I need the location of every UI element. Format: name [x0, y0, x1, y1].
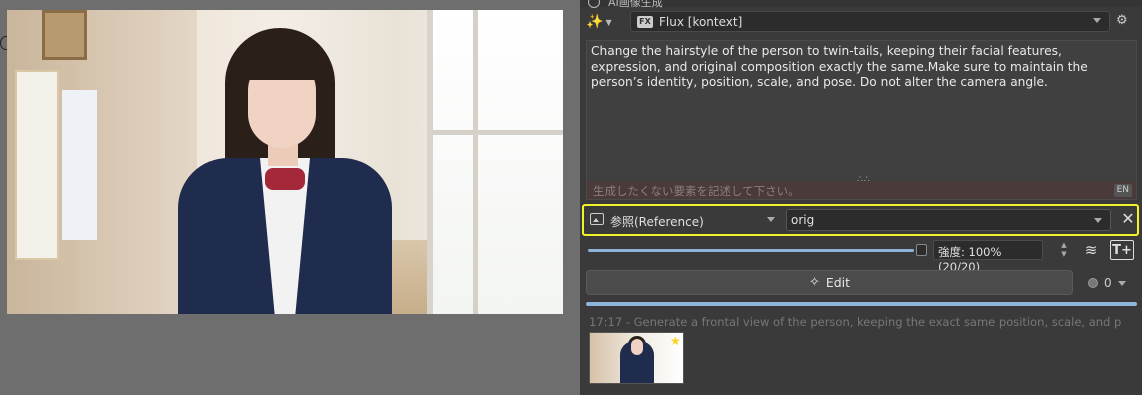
prompt-textarea[interactable]: Change the hairstyle of the person to tw…	[586, 40, 1137, 200]
canvas-image[interactable]	[7, 10, 563, 314]
progress-bar	[586, 302, 1137, 306]
magic-wand-icon: ✨	[586, 14, 604, 30]
photo-window	[427, 10, 563, 314]
strength-slider[interactable]	[588, 249, 914, 252]
spin-buttons[interactable]: ▲ ▼	[1058, 241, 1070, 259]
strength-field[interactable]: 強度: 100% (20/20)	[933, 240, 1043, 274]
photo-person	[170, 28, 400, 314]
thumbnail-face	[631, 339, 643, 355]
reference-layer-select[interactable]: orig	[786, 209, 1111, 231]
person-bangs	[244, 50, 320, 80]
magic-wand-icon: ✧	[808, 275, 820, 290]
model-label: Flux [kontext]	[659, 14, 743, 29]
history-entry-label: 17:17 - Generate a frontal view of the p…	[589, 315, 1122, 329]
star-icon[interactable]: ★	[670, 334, 681, 348]
history-thumbnail[interactable]: ★	[589, 332, 684, 384]
panel-toolbar: ✨ ▼ FX Flux [kontext] ⚙	[580, 10, 1142, 34]
model-icon: FX	[637, 15, 653, 28]
photo-frame	[42, 10, 87, 60]
gears-icon[interactable]: ⚙	[1116, 13, 1136, 31]
chevron-down-icon: ▼	[605, 17, 612, 27]
layers-add-icon[interactable]: ≋	[1080, 240, 1102, 260]
edit-button[interactable]: ✧ Edit	[586, 270, 1073, 295]
model-select[interactable]: FX Flux [kontext]	[630, 11, 1110, 32]
reference-mode-label[interactable]: 参照(Reference)	[610, 213, 704, 230]
chevron-down-icon	[1093, 18, 1101, 23]
language-badge[interactable]: EN	[1113, 184, 1132, 197]
image-icon	[590, 213, 604, 225]
queue-indicator-icon	[1088, 278, 1098, 288]
close-icon[interactable]: ✕	[1119, 209, 1137, 229]
photo-poster	[62, 90, 97, 240]
prompt-text[interactable]: Change the hairstyle of the person to tw…	[591, 44, 1131, 91]
photo-poster	[15, 70, 59, 260]
panel-header: AI画像生成	[580, 0, 1142, 9]
queue-count: 0	[1104, 276, 1112, 290]
negative-prompt-field[interactable]: 生成したくない要素を記述して下さい。 EN	[587, 181, 1136, 199]
panel-icon	[588, 0, 600, 8]
person-bow	[265, 168, 305, 190]
app-root: AI画像生成 ✨ ▼ FX Flux [kontext] ⚙ Change th…	[0, 0, 1142, 395]
chevron-down-icon[interactable]	[767, 217, 775, 222]
canvas-area[interactable]	[0, 0, 580, 395]
chevron-down-icon	[1094, 218, 1102, 223]
workflow-menu-button[interactable]: ✨ ▼	[586, 12, 620, 32]
edit-button-label: Edit	[825, 275, 851, 290]
chevron-down-icon	[1117, 280, 1126, 286]
panel-title: AI画像生成	[608, 0, 663, 9]
slider-handle[interactable]	[916, 244, 927, 256]
strength-row: 強度: 100% (20/20) ▲ ▼ ≋ T+	[580, 240, 1142, 274]
negative-prompt-placeholder: 生成したくない要素を記述して下さい。	[593, 184, 800, 198]
queue-control[interactable]: 0	[1088, 275, 1138, 291]
ai-generation-panel: AI画像生成 ✨ ▼ FX Flux [kontext] ⚙ Change th…	[580, 0, 1142, 395]
reference-layer-label: orig	[791, 213, 815, 227]
text-add-icon[interactable]: T+	[1110, 240, 1134, 260]
reference-row: 参照(Reference) orig ✕	[582, 204, 1139, 236]
